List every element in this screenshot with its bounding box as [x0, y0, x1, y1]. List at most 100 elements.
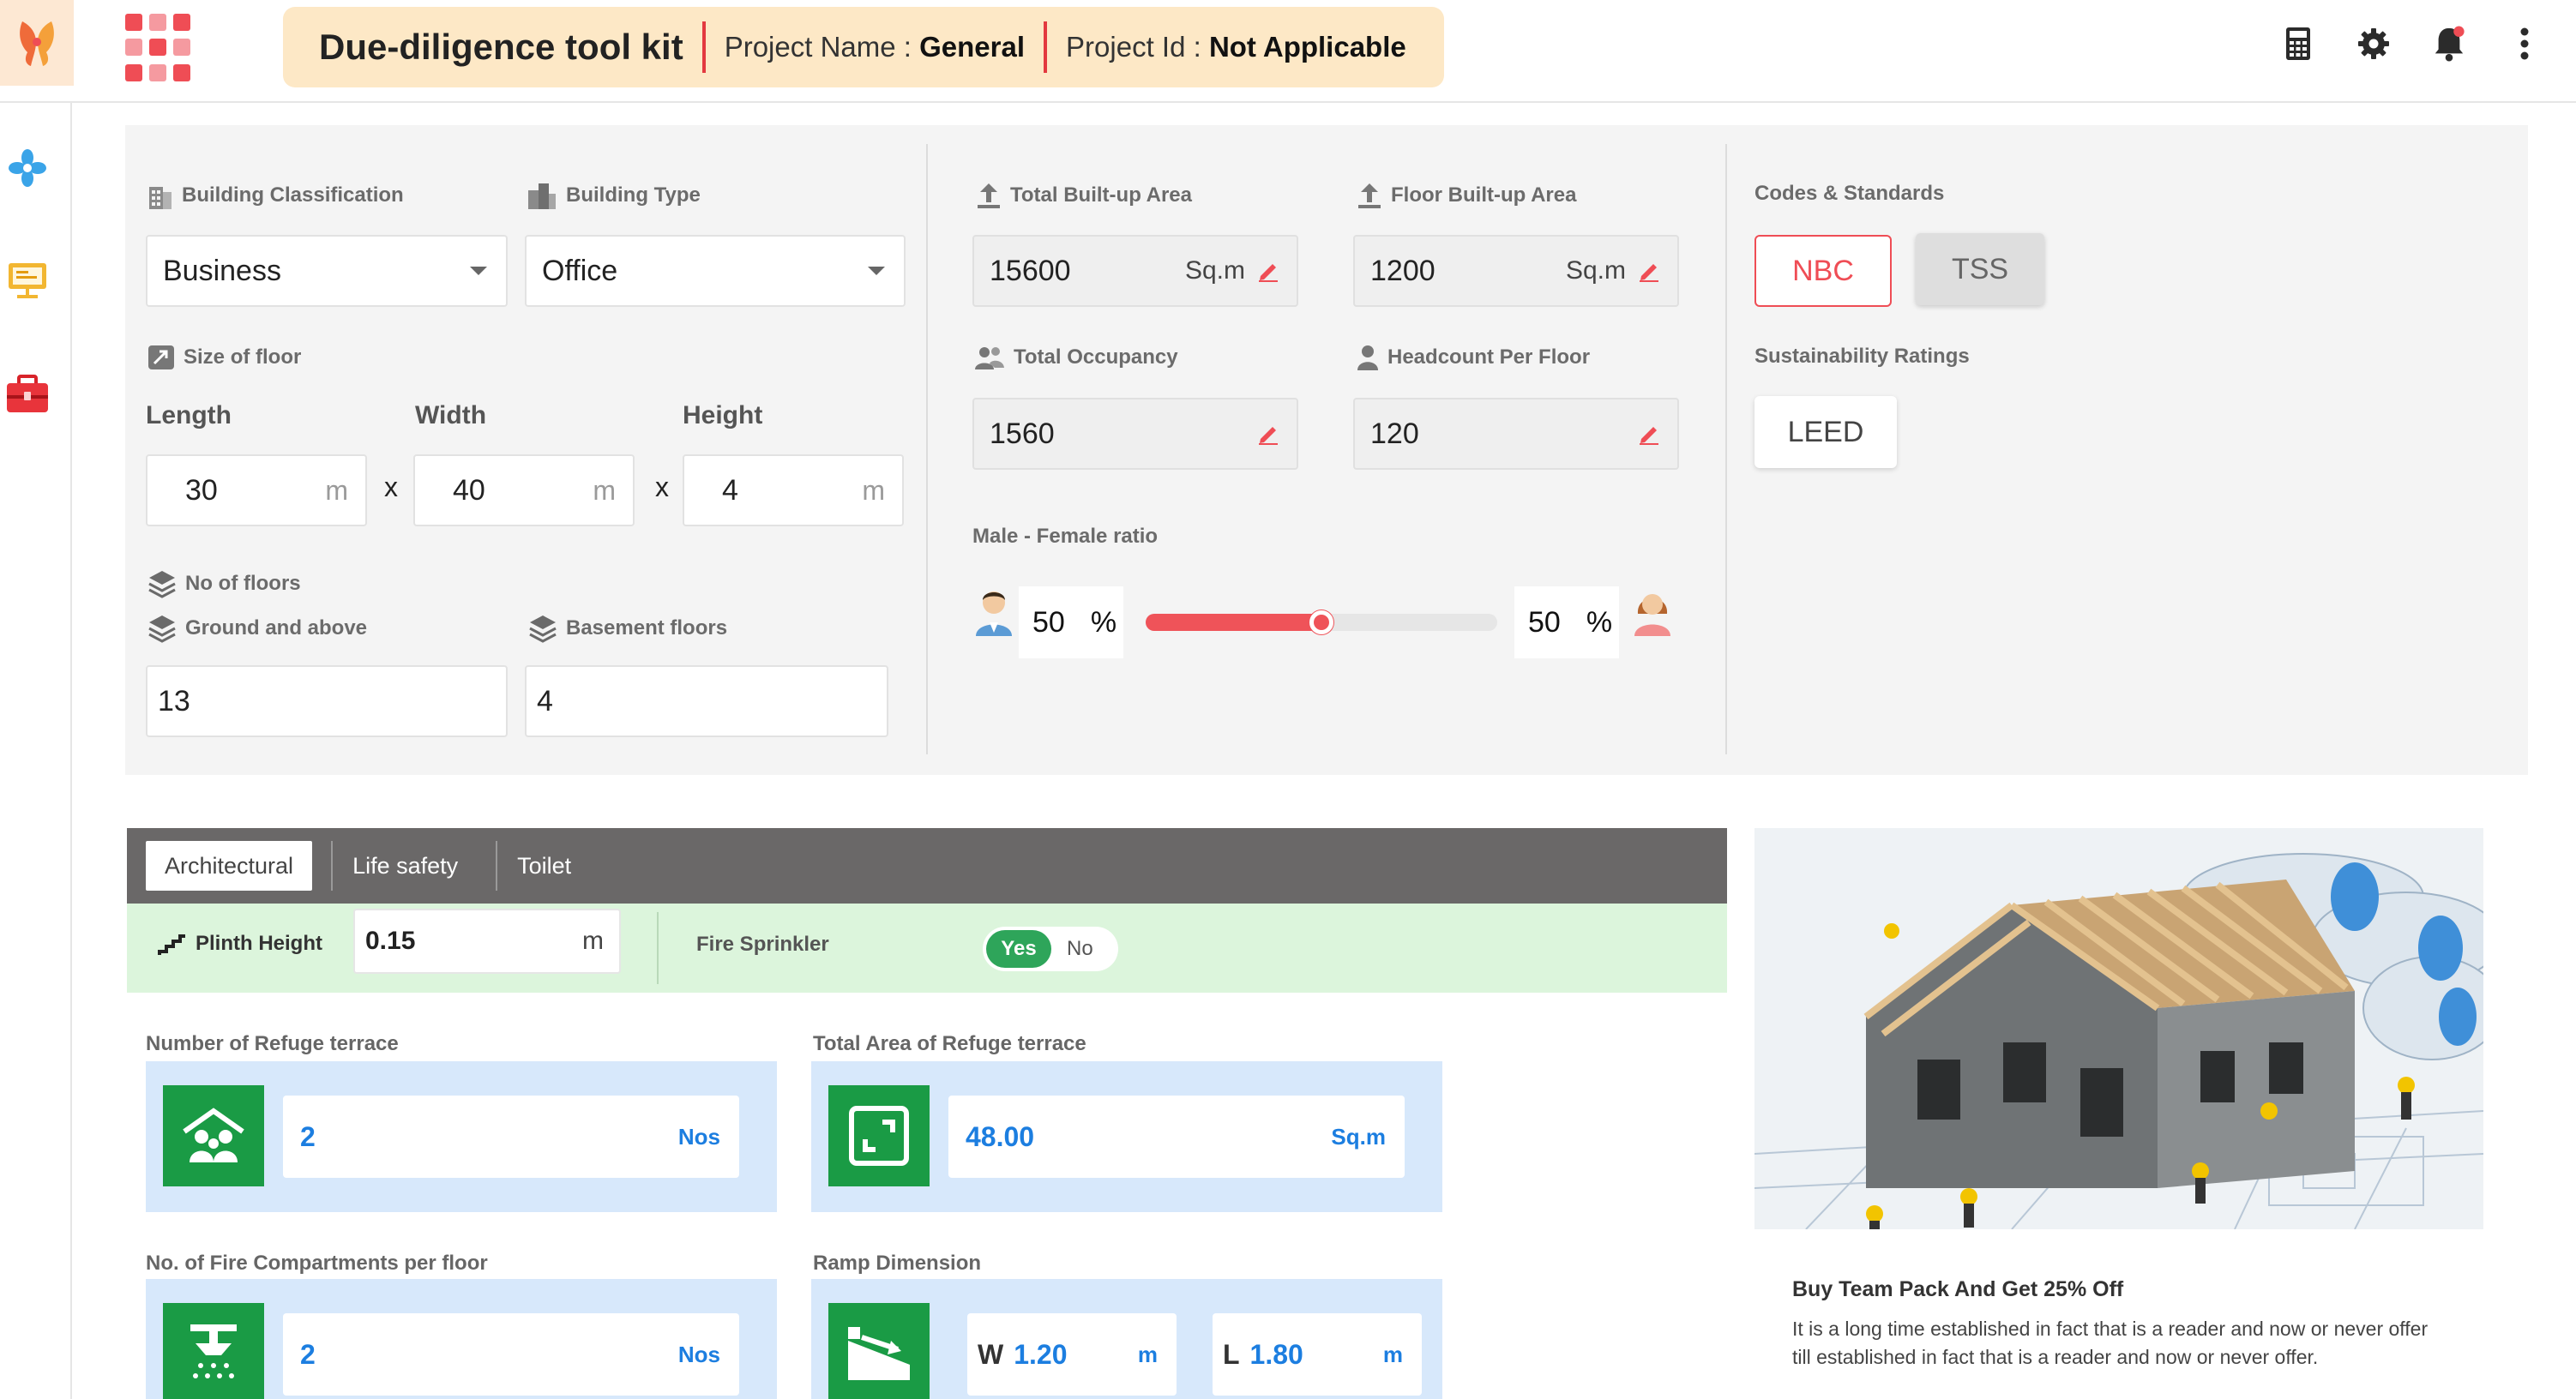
layers-icon: [148, 571, 176, 598]
male-female-ratio-slider[interactable]: [1146, 610, 1497, 634]
total-builtup-area-input[interactable]: 15600 Sq.m: [972, 235, 1298, 307]
more-options-icon[interactable]: [2507, 22, 2542, 65]
ramp-dimension-card: W 1.20 m L 1.80 m: [811, 1279, 1442, 1399]
column-divider: [926, 144, 928, 754]
slider-fill: [1146, 614, 1321, 631]
tab-divider: [331, 841, 334, 891]
total-builtup-area-label: Total Built-up Area: [976, 182, 1192, 209]
chevron-down-icon: [868, 267, 885, 275]
size-of-floor-label: Size of floor: [147, 345, 301, 370]
toolbox-icon[interactable]: [3, 370, 51, 418]
building-details-panel: Building Classification Building Type Bu…: [125, 125, 2528, 775]
ground-floors-input[interactable]: 13: [146, 665, 508, 737]
headcount-per-floor-input[interactable]: 120: [1353, 398, 1679, 470]
ramp-width-input[interactable]: W 1.20 m: [967, 1313, 1177, 1396]
architectural-options-bar: Plinth Height 0.15 m Fire Sprinkler Yes N…: [127, 904, 1727, 993]
users-icon: [975, 347, 1004, 369]
multiply-sign: x: [655, 471, 669, 502]
no-of-floors-label: No of floors: [147, 569, 301, 598]
basement-floors-input[interactable]: 4: [525, 665, 888, 737]
tab-life-safety[interactable]: Life safety: [334, 841, 477, 891]
slider-thumb[interactable]: [1309, 610, 1333, 634]
refuge-terrace-count-input[interactable]: 2 Nos: [283, 1096, 739, 1178]
female-percentage-input[interactable]: 50%: [1514, 586, 1619, 658]
edit-pencil-icon[interactable]: [1638, 422, 1660, 446]
building-icon: [149, 187, 172, 209]
top-bar: Due-diligence tool kit Project Name : Ge…: [0, 0, 2576, 103]
floor-builtup-area-input[interactable]: 1200 Sq.m: [1353, 235, 1679, 307]
leed-button[interactable]: LEED: [1754, 396, 1897, 468]
logo-icon: [20, 21, 54, 66]
tab-toilet[interactable]: Toilet: [498, 841, 590, 891]
tab-architectural[interactable]: Architectural: [146, 841, 313, 891]
divider: [657, 912, 659, 984]
tab-divider: [496, 841, 498, 891]
edit-pencil-icon[interactable]: [1257, 259, 1279, 283]
toggle-no[interactable]: No: [1067, 937, 1093, 961]
calculator-icon[interactable]: [2281, 22, 2315, 65]
ground-and-above-label: Ground and above: [147, 614, 367, 643]
office-building-icon: [528, 183, 556, 209]
promo-title: Buy Team Pack And Get 25% Off: [1792, 1277, 2124, 1301]
female-avatar-icon: [1633, 588, 1672, 640]
category-tabs: Architectural Life safety Toilet: [127, 828, 1727, 904]
fire-compartments-input[interactable]: 2 Nos: [283, 1313, 739, 1396]
sustainability-ratings-label: Sustainability Ratings: [1754, 345, 1970, 368]
left-sidebar: [0, 103, 72, 1399]
notification-bell-icon[interactable]: [2432, 22, 2466, 65]
width-input[interactable]: 40 m: [413, 454, 635, 526]
ramp-icon: [828, 1303, 930, 1399]
fire-sprinkler-toggle[interactable]: Yes No: [983, 927, 1118, 971]
height-label: Height: [683, 401, 763, 429]
ramp-length-input[interactable]: L 1.80 m: [1213, 1313, 1422, 1396]
refuge-terrace-area-label: Total Area of Refuge terrace: [813, 1032, 1086, 1055]
settings-icon[interactable]: [2356, 22, 2391, 65]
height-input[interactable]: 4m: [683, 454, 904, 526]
building-type-label: Building Type: [527, 182, 701, 209]
header-divider: [1044, 21, 1048, 73]
width-label: Width: [415, 401, 487, 429]
length-label: Length: [146, 401, 232, 429]
multiply-sign: x: [384, 471, 398, 502]
edit-pencil-icon[interactable]: [1638, 259, 1660, 283]
tss-button[interactable]: TSS: [1916, 233, 2044, 305]
ramp-dimension-label: Ramp Dimension: [813, 1252, 982, 1275]
edit-pencil-icon[interactable]: [1257, 422, 1279, 446]
apps-grid-icon[interactable]: [125, 14, 194, 82]
building-classification-label: Building Classification: [147, 182, 404, 209]
project-name-value: General: [919, 31, 1026, 63]
person-icon: [1357, 345, 1378, 370]
app-title: Due-diligence tool kit: [319, 27, 683, 67]
refuge-terrace-area-input[interactable]: 48.00 Sq.m: [948, 1096, 1405, 1178]
header-divider: [701, 21, 706, 73]
people-shelter-icon: [163, 1085, 264, 1186]
app-logo[interactable]: [0, 0, 74, 86]
fire-sprinkler-label: Fire Sprinkler: [696, 933, 829, 956]
building-type-select[interactable]: Office: [525, 235, 906, 307]
plinth-height-input[interactable]: 0.15 m: [353, 909, 621, 974]
promo-text: It is a long time established in fact th…: [1792, 1318, 2429, 1368]
codes-standards-label: Codes & Standards: [1754, 182, 1945, 205]
refuge-terrace-count-label: Number of Refuge terrace: [146, 1032, 399, 1055]
chevron-down-icon: [470, 267, 487, 275]
project-id: Project Id : Not Applicable: [1066, 31, 1406, 63]
upload-area-icon: [978, 183, 1000, 208]
nbc-button[interactable]: NBC: [1754, 235, 1892, 307]
total-occupancy-input[interactable]: 1560: [972, 398, 1298, 470]
building-classification-select[interactable]: Business: [146, 235, 508, 307]
fan-icon[interactable]: [3, 144, 51, 192]
fire-compartments-label: No. of Fire Compartments per floor: [146, 1252, 488, 1275]
headcount-per-floor-label: Headcount Per Floor: [1357, 345, 1590, 370]
plinth-height-label: Plinth Height: [156, 931, 322, 957]
layers-icon: [529, 615, 557, 643]
toggle-yes[interactable]: Yes: [986, 930, 1051, 968]
refuge-terrace-area-card: 48.00 Sq.m: [811, 1061, 1442, 1212]
project-id-value: Not Applicable: [1208, 31, 1406, 63]
length-input[interactable]: 30 m: [146, 454, 367, 526]
column-divider: [1725, 144, 1727, 754]
male-percentage-input[interactable]: 50%: [1019, 586, 1123, 658]
sprinkler-icon: [163, 1303, 264, 1399]
floor-builtup-area-label: Floor Built-up Area: [1357, 182, 1576, 209]
male-female-ratio-label: Male - Female ratio: [972, 525, 1159, 548]
presentation-board-icon[interactable]: [3, 255, 51, 303]
